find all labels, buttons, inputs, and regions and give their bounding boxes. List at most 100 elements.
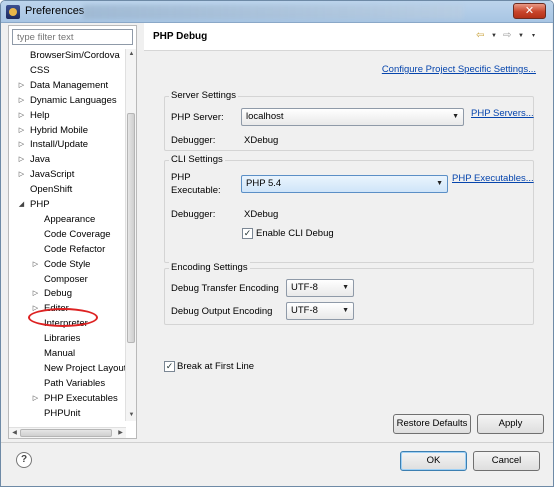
expanded-arrow-icon[interactable]: ◢ xyxy=(17,198,26,212)
scroll-down-icon[interactable]: ▼ xyxy=(127,411,136,420)
collapsed-arrow-icon[interactable]: ▷ xyxy=(31,258,40,272)
php-executables-link[interactable]: PHP Executables... xyxy=(452,173,534,184)
footer-divider xyxy=(1,442,553,443)
chevron-down-icon: ▼ xyxy=(452,113,459,120)
scroll-up-icon[interactable]: ▲ xyxy=(127,50,136,59)
debugger-label: Debugger: xyxy=(171,135,216,146)
highlight-ellipse xyxy=(28,308,98,327)
tree-item-label: CSS xyxy=(30,64,50,76)
tree-item-label: Data Management xyxy=(30,79,109,91)
apply-button[interactable]: Apply xyxy=(477,414,544,434)
forward-arrow-icon[interactable]: ⇨ xyxy=(503,30,511,42)
preference-page: PHP Debug ⇦ ▼ ⇨ ▼ ▾ Configure Project Sp… xyxy=(144,23,552,441)
chevron-down-icon: ▼ xyxy=(342,284,349,291)
transfer-encoding-label: Debug Transfer Encoding xyxy=(171,283,279,294)
tree-item-label: Install/Update xyxy=(30,139,89,151)
enable-cli-debug-checkbox[interactable]: ✓ xyxy=(242,228,253,239)
collapsed-arrow-icon[interactable]: ▷ xyxy=(17,138,26,152)
tree-item-label: BrowserSim/Cordova xyxy=(30,50,120,61)
tree-item-label: Debug xyxy=(44,288,72,300)
view-menu-icon[interactable]: ▾ xyxy=(532,30,535,42)
forward-dropdown-icon[interactable]: ▼ xyxy=(518,30,524,42)
tree-item-label: Composer xyxy=(44,273,88,285)
tree-item-label: PHP Executables xyxy=(44,392,118,404)
history-nav: ⇦ ▼ ⇨ ▼ ▾ xyxy=(476,30,542,42)
back-dropdown-icon[interactable]: ▼ xyxy=(491,30,497,42)
transfer-encoding-select[interactable]: UTF-8 ▼ xyxy=(286,279,354,297)
blurred-title-area xyxy=(83,5,463,19)
transfer-encoding-value: UTF-8 xyxy=(291,282,318,293)
restore-defaults-button[interactable]: Restore Defaults xyxy=(393,414,471,434)
filter-input[interactable] xyxy=(12,29,133,45)
encoding-settings-group: Encoding Settings Debug Transfer Encodin… xyxy=(164,262,534,325)
collapsed-arrow-icon[interactable]: ▷ xyxy=(17,109,26,123)
tree-item-label: JavaScript xyxy=(30,169,75,181)
cancel-button[interactable]: Cancel xyxy=(473,451,540,471)
help-icon[interactable]: ? xyxy=(16,452,32,468)
debugger-value: XDebug xyxy=(244,135,279,146)
server-settings-title: Server Settings xyxy=(169,90,238,101)
tree-item-label: PHPUnit xyxy=(44,407,81,419)
enable-cli-debug-label[interactable]: Enable CLI Debug xyxy=(256,228,334,239)
collapsed-arrow-icon[interactable]: ▷ xyxy=(31,287,40,301)
tree-item-label: Help xyxy=(30,109,50,121)
scroll-thumb-horizontal[interactable] xyxy=(20,429,112,437)
php-servers-link[interactable]: PHP Servers... xyxy=(471,108,534,119)
preference-tree-panel: BrowserSim/Cordova CSS ▷ Data Management ▷ Dy… xyxy=(8,25,137,439)
window-title: Preferences xyxy=(25,5,85,17)
back-arrow-icon[interactable]: ⇦ xyxy=(476,30,484,42)
tree-item-label: Appearance xyxy=(44,213,96,225)
break-first-line-checkbox[interactable]: ✓ xyxy=(164,361,175,372)
cli-debugger-value: XDebug xyxy=(244,209,279,220)
collapsed-arrow-icon[interactable]: ▷ xyxy=(17,94,26,108)
cli-settings-title: CLI Settings xyxy=(169,154,225,165)
output-encoding-label: Debug Output Encoding xyxy=(171,306,273,317)
tree-item-label: Code Style xyxy=(44,258,91,270)
output-encoding-select[interactable]: UTF-8 ▼ xyxy=(286,302,354,320)
collapsed-arrow-icon[interactable]: ▷ xyxy=(17,168,26,182)
php-server-select[interactable]: localhost ▼ xyxy=(241,108,464,126)
tree-horizontal-scrollbar[interactable]: ◀ ▶ xyxy=(9,427,126,438)
tree-item-label: Code Refactor xyxy=(44,243,106,255)
tree-item-label: Manual xyxy=(44,348,76,359)
collapsed-arrow-icon[interactable]: ▷ xyxy=(17,153,26,167)
preferences-window: Preferences ✕ BrowserSim/Cordova CSS ▷ Data… xyxy=(0,0,554,487)
tree-item-label: New Project Layout xyxy=(44,362,126,374)
php-executable-select[interactable]: PHP 5.4 ▼ xyxy=(241,175,448,193)
tree-item-label: Code Coverage xyxy=(44,228,111,240)
title-bar[interactable]: Preferences ✕ xyxy=(1,1,553,23)
collapsed-arrow-icon[interactable]: ▷ xyxy=(17,79,26,93)
chevron-down-icon: ▼ xyxy=(342,307,349,314)
tree-item-label: Path Variables xyxy=(44,377,106,389)
php-executable-label-line2: Executable: xyxy=(171,185,221,196)
php-server-label: PHP Server: xyxy=(171,112,224,123)
scroll-right-icon[interactable]: ▶ xyxy=(116,429,125,438)
encoding-settings-title: Encoding Settings xyxy=(169,262,250,273)
configure-project-settings-link[interactable]: Configure Project Specific Settings... xyxy=(382,64,536,75)
tree-item-label: Java xyxy=(30,154,51,166)
tree-item-label: Libraries xyxy=(44,333,81,345)
server-settings-group: Server Settings PHP Server: localhost ▼ … xyxy=(164,90,534,151)
php-executable-value: PHP 5.4 xyxy=(246,178,282,189)
tree-vertical-scrollbar[interactable]: ▲ ▼ xyxy=(125,49,136,421)
output-encoding-value: UTF-8 xyxy=(291,305,318,316)
collapsed-arrow-icon[interactable]: ▷ xyxy=(31,392,40,406)
collapsed-arrow-icon[interactable]: ▷ xyxy=(17,124,26,138)
chevron-down-icon: ▼ xyxy=(436,180,443,187)
tree-item-label: OpenShift xyxy=(30,184,73,196)
tree-item-label: PHP xyxy=(30,199,50,210)
scroll-left-icon[interactable]: ◀ xyxy=(10,429,19,438)
php-server-value: localhost xyxy=(246,111,284,122)
break-first-line-label[interactable]: Break at First Line xyxy=(177,361,254,372)
preference-tree: BrowserSim/Cordova CSS ▷ Data Management ▷ Dy… xyxy=(9,49,126,421)
cli-debugger-label: Debugger: xyxy=(171,209,216,220)
page-header: PHP Debug ⇦ ▼ ⇨ ▼ ▾ xyxy=(144,23,552,51)
php-executable-label-line1: PHP xyxy=(171,172,191,183)
close-button[interactable]: ✕ xyxy=(513,3,546,19)
tree-item-label: Dynamic Languages xyxy=(30,94,117,106)
ok-button[interactable]: OK xyxy=(400,451,467,471)
tree-item-label: Hybrid Mobile xyxy=(30,124,89,136)
scroll-thumb[interactable] xyxy=(127,113,135,343)
cli-settings-group: CLI Settings PHP Executable: PHP 5.4 ▼ P… xyxy=(164,154,534,263)
page-title: PHP Debug xyxy=(153,31,208,42)
